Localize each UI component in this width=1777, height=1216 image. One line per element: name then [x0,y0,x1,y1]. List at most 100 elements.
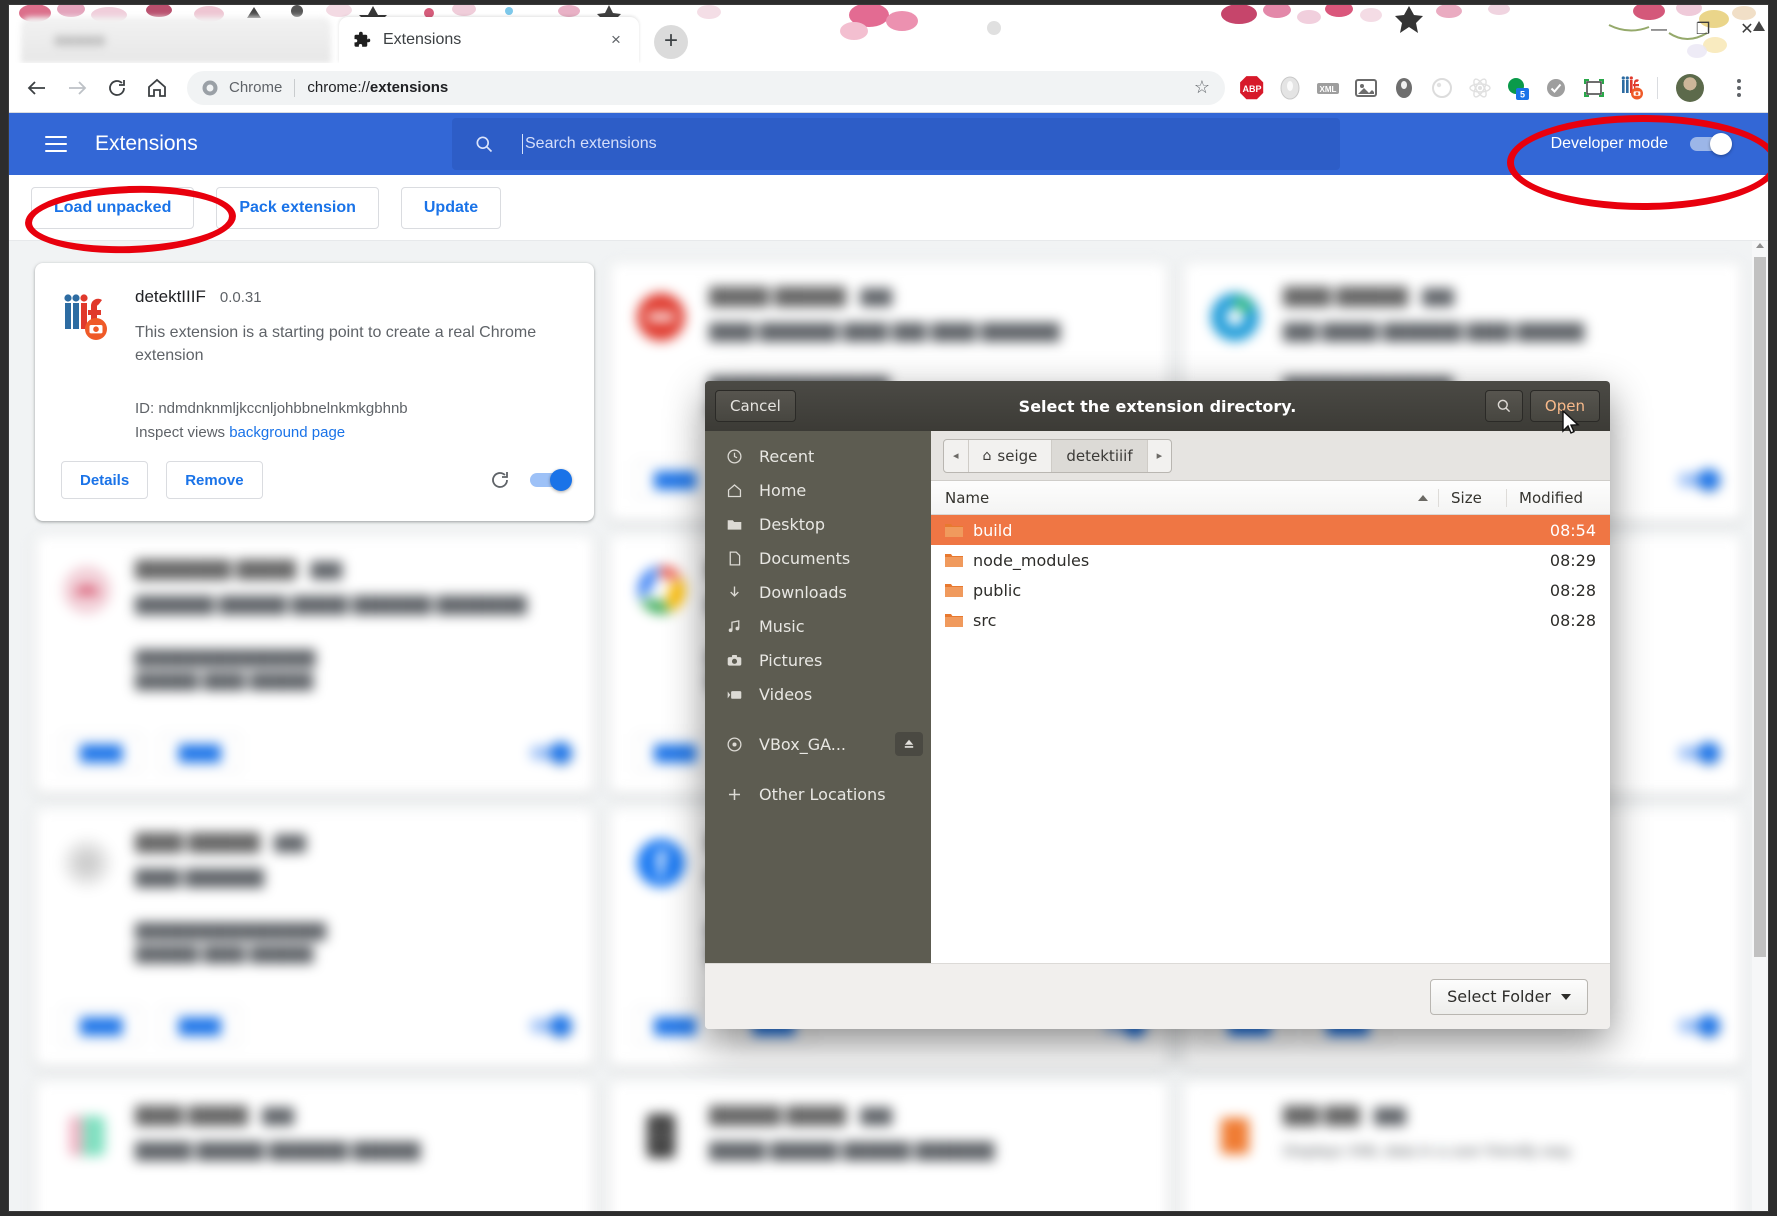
browser-toolbar: Chrome chrome://extensions ☆ ABP XML 5 [9,63,1768,113]
new-tab-button[interactable]: + [654,25,688,59]
details-button[interactable]: ████ [635,734,716,772]
grey-oval-icon[interactable] [1391,75,1417,101]
extension-id: ID: ndmdnknmljkccnljohbbnelnkmkgbhnb [135,400,408,418]
kebab-menu-icon[interactable] [1728,76,1750,100]
extension-card-blurred: ████████ █████ ███ ███████ ██████ █████ █… [35,536,594,794]
extension-icon [61,837,113,889]
column-header-modified[interactable]: Modified [1506,488,1610,507]
extension-enabled-toggle[interactable] [530,469,572,491]
load-unpacked-button[interactable]: Load unpacked [31,186,195,229]
extension-toolbar-icons: ABP XML 5 [1239,73,1768,102]
forward-icon[interactable] [65,76,89,100]
faded-circle-icon[interactable] [1429,75,1455,101]
file-modified: 08:29 [1549,550,1596,570]
details-button[interactable]: ████ [61,734,142,772]
sidebar-item-music[interactable]: Music [705,609,931,643]
extension-enabled-toggle[interactable] [1678,742,1720,764]
details-button[interactable]: ████ [635,1007,716,1045]
extension-card-detektiiif: detektIIIF 0.0.31 This extension is a st… [35,263,594,521]
xml-icon[interactable]: XML [1315,75,1341,101]
adblock-plus-icon[interactable]: ABP [1239,75,1265,101]
checkmark-icon[interactable] [1543,75,1569,101]
cancel-button[interactable]: Cancel [715,390,796,422]
breadcrumb-next-button[interactable]: ▸ [1148,440,1172,472]
extension-name-row: detektIIIF 0.0.31 [135,287,568,307]
details-button[interactable]: ████ [635,461,716,499]
tab-close-icon[interactable]: × [607,31,625,49]
extension-enabled-toggle[interactable] [530,742,572,764]
sidebar-item-label: VBox_GA... [759,734,847,754]
search-icon[interactable] [1484,390,1523,422]
breadcrumb-item-detektiiif[interactable]: detektiiif [1052,439,1148,472]
ghostery-icon[interactable] [1277,75,1303,101]
breadcrumb-item-seige[interactable]: ⌂ seige [969,439,1053,472]
file-row-build[interactable]: build 08:54 [931,515,1610,545]
extension-enabled-toggle[interactable] [530,1015,572,1037]
reload-extension-icon[interactable] [488,468,512,492]
eject-icon[interactable] [895,732,923,756]
svg-text:f: f [655,844,668,886]
sidebar-item-pictures[interactable]: Pictures [705,643,931,677]
open-button[interactable]: Open [1529,390,1600,422]
reload-icon[interactable] [105,76,129,100]
scroll-up-arrow-icon[interactable] [1756,243,1764,248]
extension-enabled-toggle[interactable] [1678,469,1720,491]
page-scrollbar[interactable] [1752,241,1768,1211]
window-close-button[interactable]: ✕ [1736,19,1758,41]
select-folder-button[interactable]: Select Folder [1430,978,1588,1015]
window-maximize-button[interactable]: ❐ [1692,19,1714,41]
home-icon [723,482,745,499]
tab-strip: ●●●●● Extensions × + — ❐ ✕ [9,5,1768,63]
window-minimize-button[interactable]: — [1648,19,1670,41]
extension-enabled-toggle[interactable] [1678,1015,1720,1037]
remove-button[interactable]: Remove [166,461,263,499]
sidebar-item-downloads[interactable]: Downloads [705,575,931,609]
sidebar-item-home[interactable]: Home [705,473,931,507]
home-icon[interactable] [145,76,169,100]
breadcrumb-prev-button[interactable]: ◂ [944,439,969,472]
details-button[interactable]: ████ [61,1007,142,1045]
sidebar-item-label: Desktop [759,514,825,534]
address-bar[interactable]: Chrome chrome://extensions ☆ [187,70,1225,105]
sidebar-item-other-locations[interactable]: Other Locations [705,777,931,811]
remove-button[interactable]: ████ [159,734,241,772]
developer-mode-label: Developer mode [1550,135,1668,152]
file-row-node-modules[interactable]: node_modules 08:29 [931,545,1610,575]
tab-background[interactable]: ●●●●● [21,17,331,63]
tab-extensions[interactable]: Extensions × [339,17,639,63]
background-page-link[interactable]: background page [229,424,345,441]
sidebar-item-vbox-ga[interactable]: VBox_GA... [705,727,931,761]
sidebar-item-label: Videos [759,684,813,704]
folder-icon [945,553,963,568]
developer-mode-toggle[interactable] [1690,133,1732,155]
pack-extension-button[interactable]: Pack extension [216,186,379,229]
update-button[interactable]: Update [400,186,502,229]
bookmark-star-icon[interactable]: ☆ [1191,77,1213,99]
sidebar-item-recent[interactable]: Recent [705,439,931,473]
search-input[interactable]: Search extensions [452,118,1340,170]
image-icon[interactable] [1353,75,1379,101]
screenshot-frame-icon[interactable] [1581,75,1607,101]
file-row-public[interactable]: public 08:28 [931,575,1610,605]
file-list-pane: ◂ ⌂ seige detektiiif ▸ Name Size Modifie… [931,431,1610,963]
hamburger-menu-icon[interactable] [45,131,67,157]
extension-name-row: ████ ██████ ███ [1283,287,1455,306]
file-modified: 08:28 [1549,580,1596,600]
column-header-size[interactable]: Size [1438,488,1506,507]
file-row-src[interactable]: src 08:28 [931,605,1610,635]
sidebar-item-videos[interactable]: Videos [705,677,931,711]
remove-button[interactable]: ████ [159,1007,241,1045]
iiif-detekt-icon[interactable] [1619,75,1645,101]
sidebar-item-desktop[interactable]: Desktop [705,507,931,541]
green-badge-5-icon[interactable]: 5 [1505,75,1531,101]
details-button[interactable]: Details [61,461,149,499]
column-header-name[interactable]: Name [931,489,1438,507]
scrollbar-thumb[interactable] [1754,257,1766,957]
sidebar-item-documents[interactable]: Documents [705,541,931,575]
react-icon[interactable] [1467,75,1493,101]
toggle-knob [550,469,572,491]
avatar[interactable] [1676,73,1704,102]
search-icon [474,134,494,154]
extension-name-row: █████ ██████ ███ [709,287,893,306]
back-icon[interactable] [25,76,49,100]
